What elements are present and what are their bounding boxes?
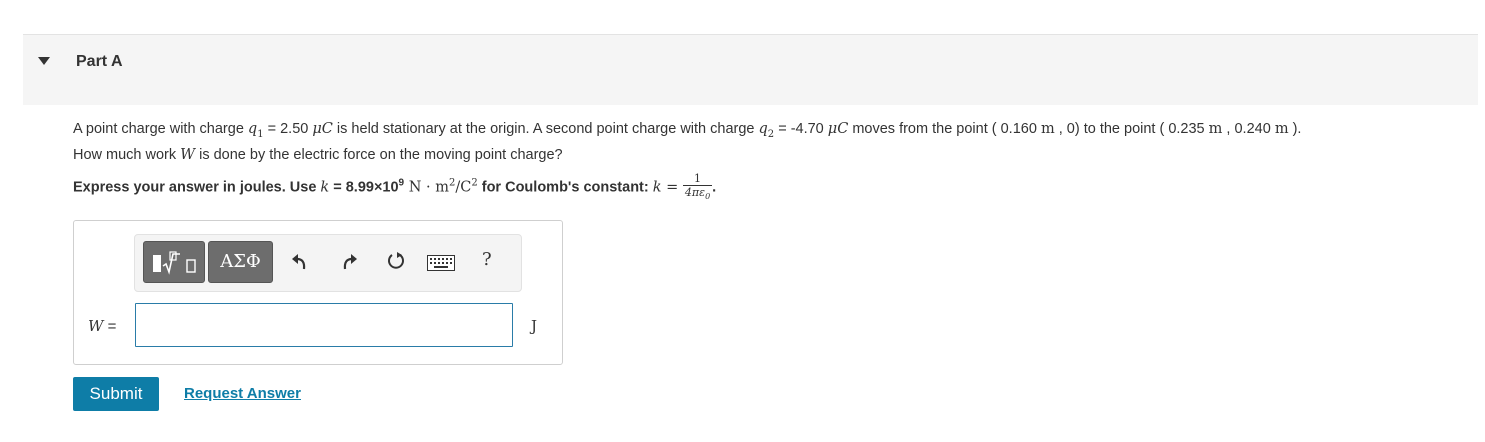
redo-icon[interactable] — [340, 251, 358, 271]
part-title: Part A — [76, 53, 123, 70]
coulomb-fraction: 1 4πε0 — [682, 172, 713, 202]
submit-button[interactable]: Submit — [73, 377, 159, 411]
math-toolbar: ΑΣΦ ? — [134, 234, 522, 292]
answer-unit: J — [531, 317, 538, 335]
help-icon[interactable]: ? — [482, 249, 492, 270]
answer-input[interactable] — [135, 303, 513, 347]
answer-instructions: Express your answer in joules. Use k = 8… — [73, 172, 717, 202]
answer-variable-label: W = — [88, 317, 117, 335]
templates-button[interactable] — [143, 241, 205, 283]
keyboard-icon[interactable] — [427, 255, 455, 271]
request-answer-link[interactable]: Request Answer — [184, 385, 301, 402]
answer-box: ΑΣΦ ? W = J — [73, 220, 563, 365]
undo-icon[interactable] — [291, 251, 309, 271]
question-text: A point charge with charge q1 = 2.50 μC … — [73, 121, 1302, 163]
collapse-caret-icon[interactable] — [38, 57, 50, 65]
part-header[interactable] — [23, 34, 1478, 105]
reset-icon[interactable] — [386, 251, 406, 271]
templates-icon — [153, 251, 196, 275]
greek-symbols-button[interactable]: ΑΣΦ — [208, 241, 273, 283]
